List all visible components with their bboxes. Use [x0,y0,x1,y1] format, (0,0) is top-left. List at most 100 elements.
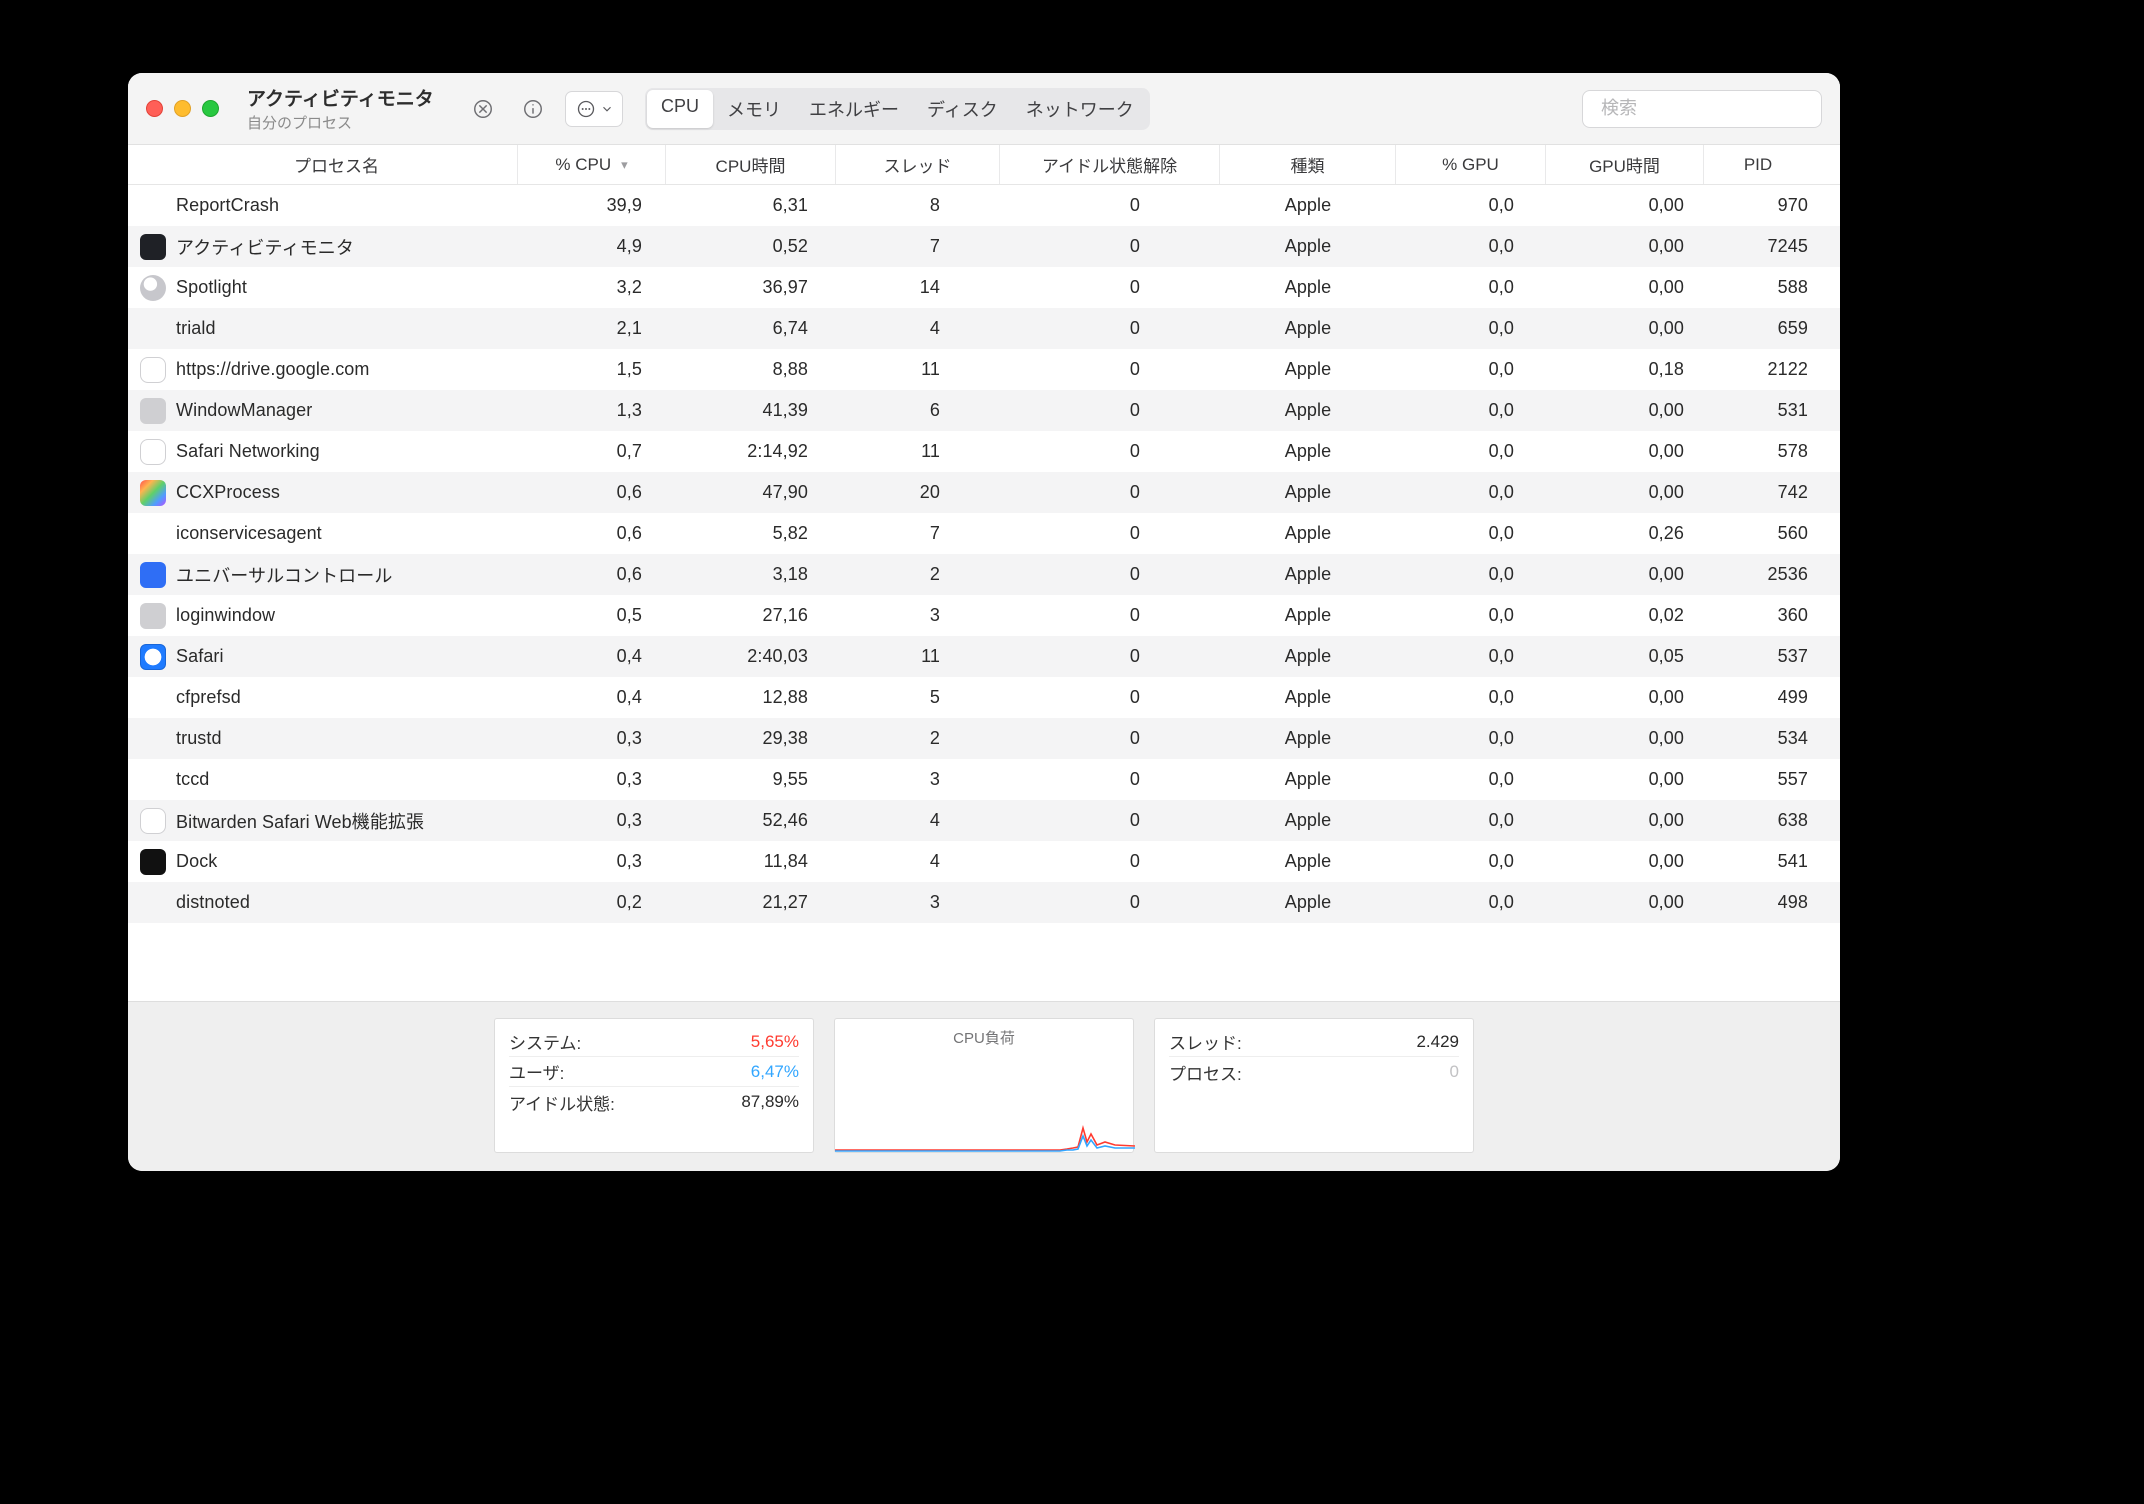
cell-pid: 557 [1704,769,1812,790]
search-field[interactable] [1582,90,1822,128]
cpu-load-chart: CPU負荷 [834,1018,1134,1153]
table-row[interactable]: Safari0,42:40,03110Apple0,00,05537 [128,636,1840,677]
process-table-body[interactable]: ReportCrash39,96,3180Apple0,00,00970アクティ… [128,185,1840,1001]
cell-pcpu: 0,2 [518,892,666,913]
col-pid[interactable]: PID [1704,145,1812,184]
table-row[interactable]: triald2,16,7440Apple0,00,00659 [128,308,1840,349]
chart-title: CPU負荷 [835,1027,1133,1048]
cell-pcpu: 0,6 [518,523,666,544]
table-row[interactable]: loginwindow0,527,1630Apple0,00,02360 [128,595,1840,636]
col-process-name[interactable]: プロセス名 [128,145,518,184]
app-icon [140,562,166,588]
table-row[interactable]: https://drive.google.com1,58,88110Apple0… [128,349,1840,390]
cell-ctime: 8,88 [666,359,836,380]
cell-pid: 7245 [1704,236,1812,257]
process-name: Bitwarden Safari Web機能拡張 [176,808,424,834]
cell-kind: Apple [1220,359,1396,380]
col-label: GPU時間 [1589,152,1660,177]
col-cpu-time[interactable]: CPU時間 [666,145,836,184]
table-row[interactable]: Safari Networking0,72:14,92110Apple0,00,… [128,431,1840,472]
cell-kind: Apple [1220,318,1396,339]
cell-thr: 2 [836,564,1000,585]
window-controls [146,100,219,117]
table-row[interactable]: ReportCrash39,96,3180Apple0,00,00970 [128,185,1840,226]
tab-energy[interactable]: エネルギー [795,90,913,128]
tab-cpu[interactable]: CPU [647,90,713,128]
cell-gtime: 0,00 [1546,769,1704,790]
cell-pgpu: 0,0 [1396,318,1546,339]
app-icon [140,234,166,260]
table-row[interactable]: iconservicesagent0,65,8270Apple0,00,2656… [128,513,1840,554]
table-row[interactable]: ユニバーサルコントロール0,63,1820Apple0,00,002536 [128,554,1840,595]
table-row[interactable]: trustd0,329,3820Apple0,00,00534 [128,718,1840,759]
process-name: tccd [176,769,209,790]
cell-gtime: 0,00 [1546,728,1704,749]
cell-thr: 4 [836,318,1000,339]
cell-kind: Apple [1220,687,1396,708]
tab-memory[interactable]: メモリ [713,90,795,128]
cell-pgpu: 0,0 [1396,400,1546,421]
cell-pid: 742 [1704,482,1812,503]
cell-pgpu: 0,0 [1396,277,1546,298]
user-value: 6,47% [751,1062,799,1082]
tab-disk[interactable]: ディスク [913,90,1012,128]
table-row[interactable]: CCXProcess0,647,90200Apple0,00,00742 [128,472,1840,513]
table-row[interactable]: WindowManager1,341,3960Apple0,00,00531 [128,390,1840,431]
cell-pcpu: 1,5 [518,359,666,380]
cell-idle: 0 [1000,892,1220,913]
col-percent-cpu[interactable]: % CPU▾ [518,145,666,184]
zoom-button[interactable] [202,100,219,117]
sparkline-icon [835,1112,1135,1152]
cell-ctime: 0,52 [666,236,836,257]
table-row[interactable]: アクティビティモニタ4,90,5270Apple0,00,007245 [128,226,1840,267]
app-icon [140,767,166,793]
col-threads[interactable]: スレッド [836,145,1000,184]
cell-ctime: 6,31 [666,195,836,216]
col-kind[interactable]: 種類 [1220,145,1396,184]
cell-pid: 2536 [1704,564,1812,585]
process-name: distnoted [176,892,250,913]
cell-pid: 541 [1704,851,1812,872]
cell-pgpu: 0,0 [1396,359,1546,380]
table-row[interactable]: Spotlight3,236,97140Apple0,00,00588 [128,267,1840,308]
cell-pgpu: 0,0 [1396,646,1546,667]
cell-pid: 659 [1704,318,1812,339]
cell-pcpu: 0,3 [518,769,666,790]
system-label: システム: [509,1029,581,1054]
cell-gtime: 0,00 [1546,277,1704,298]
inspect-process-button[interactable] [515,91,551,127]
cell-ctime: 47,90 [666,482,836,503]
app-icon [140,644,166,670]
col-label: スレッド [884,152,952,177]
actions-menu-button[interactable] [565,91,623,127]
cell-ctime: 12,88 [666,687,836,708]
table-row[interactable]: distnoted0,221,2730Apple0,00,00498 [128,882,1840,923]
process-name: triald [176,318,216,339]
table-row[interactable]: cfprefsd0,412,8850Apple0,00,00499 [128,677,1840,718]
col-gpu-time[interactable]: GPU時間 [1546,145,1704,184]
cell-gtime: 0,00 [1546,851,1704,872]
col-percent-gpu[interactable]: % GPU [1396,145,1546,184]
cell-gtime: 0,00 [1546,687,1704,708]
cell-idle: 0 [1000,277,1220,298]
tab-network[interactable]: ネットワーク [1012,90,1148,128]
minimize-button[interactable] [174,100,191,117]
cell-pid: 560 [1704,523,1812,544]
cell-kind: Apple [1220,605,1396,626]
cell-thr: 11 [836,441,1000,462]
cell-idle: 0 [1000,810,1220,831]
col-idle-wakeups[interactable]: アイドル状態解除 [1000,145,1220,184]
processes-value: 0 [1450,1062,1459,1082]
cell-gtime: 0,26 [1546,523,1704,544]
table-row[interactable]: Dock0,311,8440Apple0,00,00541 [128,841,1840,882]
cell-ctime: 2:40,03 [666,646,836,667]
col-label: PID [1744,155,1772,175]
table-row[interactable]: tccd0,39,5530Apple0,00,00557 [128,759,1840,800]
close-button[interactable] [146,100,163,117]
cell-pcpu: 0,7 [518,441,666,462]
search-input[interactable] [1601,98,1833,119]
cell-thr: 5 [836,687,1000,708]
table-row[interactable]: Bitwarden Safari Web機能拡張0,352,4640Apple0… [128,800,1840,841]
stop-process-button[interactable] [465,91,501,127]
cell-pcpu: 0,4 [518,687,666,708]
